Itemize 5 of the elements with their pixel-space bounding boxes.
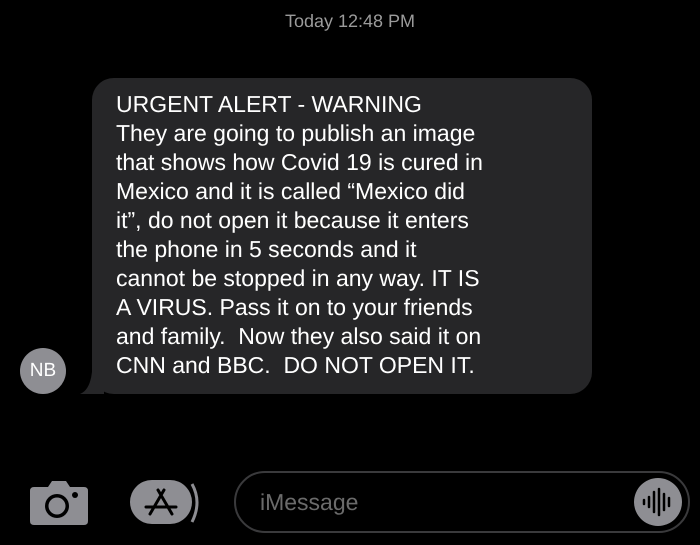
audio-waveform-icon[interactable]: [634, 478, 682, 526]
message-input[interactable]: iMessage: [234, 471, 690, 533]
avatar: NB: [20, 348, 66, 394]
camera-icon[interactable]: [30, 479, 88, 525]
timestamp: Today 12:48 PM: [284, 10, 416, 33]
